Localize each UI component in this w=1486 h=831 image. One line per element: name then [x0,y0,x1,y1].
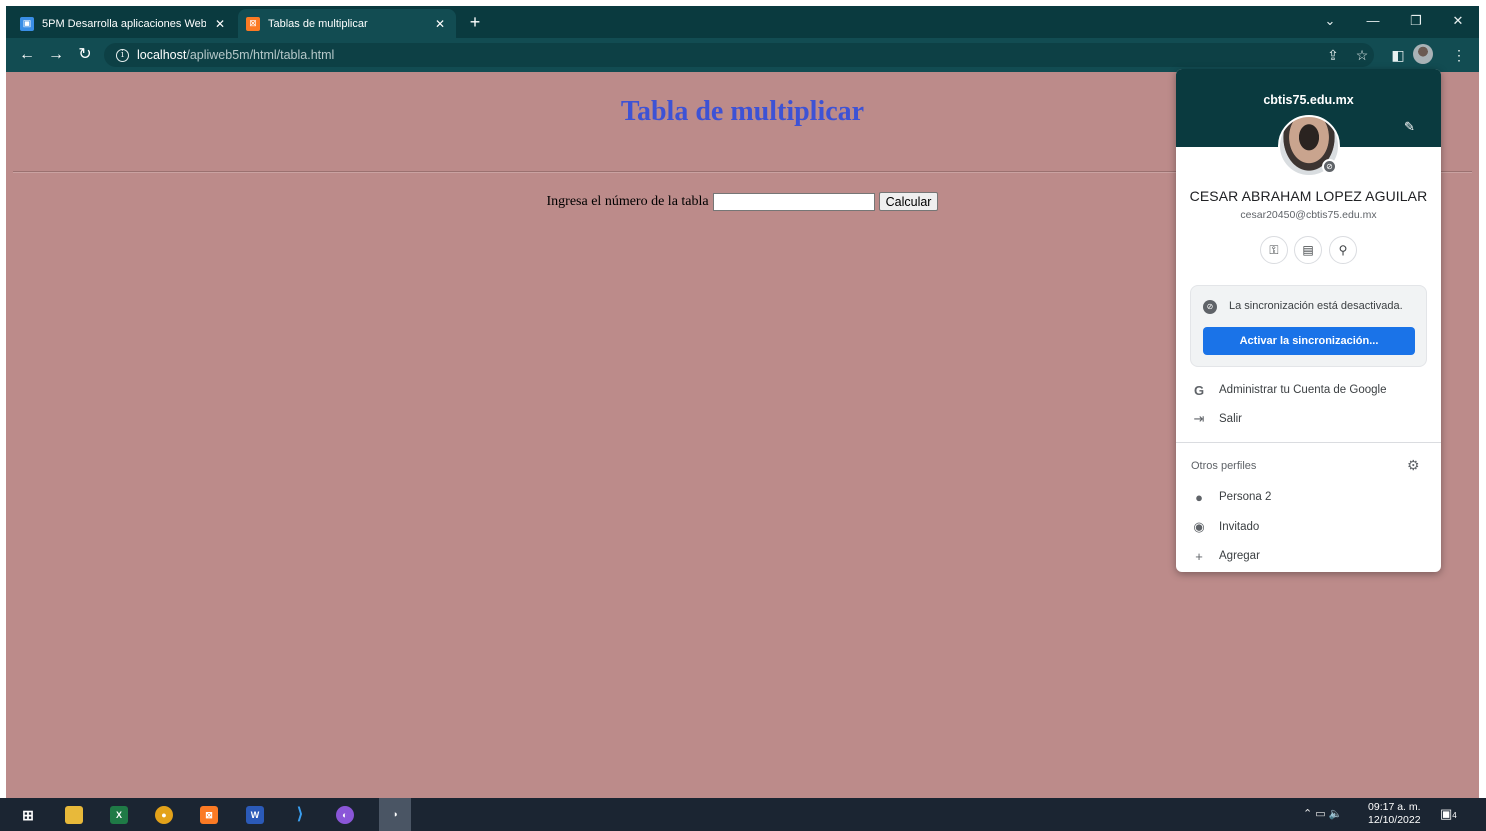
chrome-profile-icon[interactable]: ◑ [379,798,411,831]
sign-out-item[interactable]: ⇥ Salir [1176,405,1441,433]
close-icon[interactable]: ✕ [212,17,228,31]
share-icon[interactable]: ⇪ [1324,46,1342,64]
profile-item-label: Invitado [1219,521,1260,533]
tab-title: Tablas de multiplicar [268,17,368,30]
manage-account-label: Administrar tu Cuenta de Google [1219,384,1387,396]
profile-avatar-button[interactable] [1413,44,1433,64]
profile-menu: cbtis75.edu.mx ✎ ⊘ CESAR ABRAHAM LOPEZ A… [1176,69,1441,572]
xampp-icon[interactable]: ⊠ [200,806,218,824]
calcular-button[interactable]: Calcular [878,192,939,211]
reload-icon[interactable]: ↻ [74,44,96,66]
sign-out-icon: ⇥ [1193,411,1205,426]
profile-item-label: Persona 2 [1219,491,1272,503]
side-panel-icon[interactable]: ◧ [1389,46,1407,64]
passwords-key-icon[interactable]: ⚿ [1260,236,1288,264]
google-g-icon: G [1193,382,1205,398]
activate-sync-button[interactable]: Activar la sincronización... [1203,327,1415,355]
browser-toolbar: ← → ↻ i localhost/apliweb5m/html/tabla.h… [6,38,1479,72]
vscode-icon[interactable]: ⟩ [291,806,309,824]
tab-strip: ▣ 5PM Desarrolla aplicaciones Web ✕ ⊠ Ta… [6,6,1479,38]
profile-email: cesar20450@cbtis75.edu.mx [1240,209,1377,221]
clock-date: 12/10/2022 [1368,814,1421,826]
sync-off-badge-icon: ⊘ [1322,159,1337,174]
info-icon[interactable]: i [116,48,129,62]
xampp-icon: ⊠ [246,16,260,31]
divider [1176,442,1441,443]
notification-icon[interactable]: ▣4 [1440,806,1458,823]
new-tab-button[interactable]: + [464,11,486,33]
profile-domain: cbtis75.edu.mx [1263,93,1354,107]
windows-start-icon[interactable]: ⊞ [19,806,37,824]
file-explorer-icon[interactable] [65,806,83,824]
notification-count: 4 [1452,811,1457,820]
clock-time: 09:17 a. m. [1368,801,1421,813]
addresses-location-icon[interactable]: ⚲ [1329,236,1357,264]
add-profile-label: Agregar [1219,550,1260,562]
close-window-button[interactable]: ✕ [1443,10,1473,32]
excel-icon[interactable]: X [110,806,128,824]
payment-card-icon[interactable]: ▤ [1294,236,1322,264]
forward-icon[interactable]: → [45,44,67,66]
guest-icon: ◉ [1193,519,1205,534]
sync-off-icon: ⊘ [1203,300,1217,314]
add-profile-item[interactable]: + Agregar [1176,542,1441,570]
other-profiles-label: Otros perfiles [1191,460,1257,472]
sync-panel: ⊘ La sincronización está desactivada. Ac… [1190,285,1427,367]
url-path: /apliweb5m/html/tabla.html [186,48,335,62]
tab-search-icon[interactable]: ⌄ [1315,10,1345,32]
menu-kebab-icon[interactable]: ⋮ [1450,46,1468,64]
close-icon[interactable]: ✕ [432,17,448,31]
word-icon[interactable]: W [246,806,264,824]
tab-title: 5PM Desarrolla aplicaciones Web [42,17,206,30]
number-input[interactable] [712,192,875,211]
chrome-icon[interactable]: ● [155,806,173,824]
tab-classroom[interactable]: ▣ 5PM Desarrolla aplicaciones Web ✕ [12,9,236,38]
sync-status: La sincronización está desactivada. [1229,300,1403,312]
number-input-label: Ingresa el número de la tabla [546,193,709,209]
bookmark-star-icon[interactable]: ☆ [1353,46,1371,64]
profile-name: CESAR ABRAHAM LOPEZ AGUILAR [1189,188,1428,204]
address-bar[interactable]: i localhost/apliweb5m/html/tabla.html [104,43,1374,67]
github-desktop-icon[interactable]: ◐ [336,806,354,824]
sign-out-label: Salir [1219,413,1243,425]
gear-icon[interactable]: ⚙ [1407,457,1420,474]
system-tray[interactable]: ⌃ ▭ 🔈 [1303,807,1342,820]
edit-pencil-icon[interactable]: ✎ [1404,119,1415,135]
restore-button[interactable]: ❐ [1401,10,1431,32]
windows-taskbar: ⊞ X ● ⊠ W ⟩ ◐ ◑ ⌃ ▭ 🔈 09:17 a. m. 12/10/… [0,798,1486,831]
minimize-button[interactable]: — [1358,10,1388,32]
manage-account-item[interactable]: G Administrar tu Cuenta de Google [1176,376,1441,404]
plus-icon: + [1195,548,1203,564]
tab-tablas[interactable]: ⊠ Tablas de multiplicar ✕ [238,9,456,38]
clock[interactable]: 09:17 a. m. 12/10/2022 [1368,801,1421,827]
profile-item-persona-2[interactable]: ● Persona 2 [1176,483,1441,511]
url-host: localhost [137,48,187,62]
back-icon[interactable]: ← [16,44,38,66]
profile-item-invitado[interactable]: ◉ Invitado [1176,513,1441,541]
person-icon: ● [1195,489,1203,505]
classroom-icon: ▣ [20,16,34,31]
